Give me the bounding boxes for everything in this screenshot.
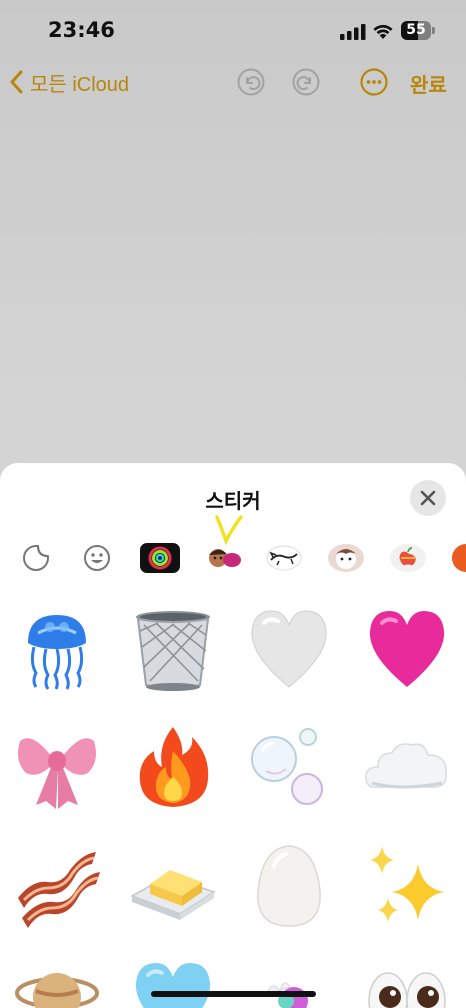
redo-icon[interactable]	[292, 68, 320, 96]
emoji-face-icon	[84, 545, 110, 571]
memoji-sticker-icon	[209, 549, 241, 567]
category-tab-activity[interactable]	[140, 538, 180, 578]
category-tab-cat-sketch[interactable]	[264, 538, 304, 578]
sticker-light-blue-heart[interactable]	[128, 957, 218, 1008]
orange-app-sticker-icon	[452, 544, 466, 572]
ringed-planet-icon	[15, 973, 99, 1008]
home-indicator[interactable]	[151, 991, 316, 997]
white-heart-icon	[251, 610, 327, 688]
cat-sketch-sticker-icon	[266, 545, 302, 571]
undo-icon[interactable]	[237, 68, 265, 96]
status-time: 23:46	[48, 18, 115, 42]
fire-icon	[139, 727, 209, 807]
close-button[interactable]	[410, 480, 446, 516]
wastebasket-icon	[136, 611, 210, 691]
jellyfish-icon	[28, 615, 86, 690]
bacon-icon	[18, 852, 100, 928]
category-tab-more[interactable]	[446, 538, 466, 578]
sticker-ringed-planet[interactable]	[12, 957, 102, 1008]
eyes-icon	[368, 972, 446, 1008]
cellular-signal-icon	[340, 24, 366, 40]
sticker-butter[interactable]	[128, 840, 218, 930]
activity-rings-icon	[140, 543, 180, 573]
sticker-fire[interactable]	[128, 721, 218, 811]
apple-logo-sticker-icon	[390, 544, 426, 572]
sticker-category-bar	[0, 538, 466, 578]
back-button[interactable]: 모든 iCloud	[10, 66, 129, 98]
sticker-bacon[interactable]	[12, 840, 102, 930]
close-icon	[420, 490, 436, 506]
butter-icon	[130, 870, 216, 920]
category-tab-memoji[interactable]	[204, 538, 244, 578]
light-blue-heart-icon	[135, 963, 211, 1008]
sheet-title: 스티커	[205, 491, 261, 513]
chevron-left-icon	[10, 70, 23, 94]
ribbon-bow-icon	[18, 738, 96, 809]
sticker-pink-heart[interactable]	[362, 603, 452, 693]
bubbles-icon	[251, 728, 323, 805]
cloud-icon	[365, 743, 447, 789]
sparkles-icon	[370, 846, 444, 922]
sticker-sheet: 스티커	[0, 463, 466, 1008]
sticker-ribbon-bow[interactable]	[12, 721, 102, 811]
battery-percent: 55	[406, 22, 426, 38]
more-options-icon[interactable]	[360, 68, 388, 96]
done-button[interactable]: 완료	[410, 69, 447, 98]
category-tab-apple[interactable]	[388, 538, 428, 578]
category-tab-pet[interactable]	[326, 538, 366, 578]
category-tab-emoji[interactable]	[77, 538, 117, 578]
status-bar: 23:46 55	[0, 0, 466, 60]
sticker-white-heart[interactable]	[244, 603, 334, 693]
battery-indicator: 55	[401, 21, 435, 40]
back-button-label: 모든 iCloud	[30, 73, 130, 96]
sticker-egg[interactable]	[244, 840, 334, 930]
soap-bubble-icon	[265, 982, 308, 1008]
sticker-eyes[interactable]	[362, 957, 452, 1008]
pet-sticker-icon	[328, 544, 364, 572]
sticker-peel-icon	[23, 545, 49, 571]
sticker-wastebasket[interactable]	[128, 603, 218, 693]
sticker-soap-bubble[interactable]	[244, 957, 334, 1008]
egg-icon	[257, 845, 321, 927]
sticker-cloud[interactable]	[362, 721, 452, 811]
sticker-bubbles[interactable]	[244, 721, 334, 811]
sticker-sparkles[interactable]	[362, 840, 452, 930]
category-tab-stickers[interactable]	[16, 538, 56, 578]
pink-heart-icon	[369, 611, 445, 687]
sticker-jellyfish[interactable]	[12, 603, 102, 693]
wifi-icon	[373, 24, 393, 39]
